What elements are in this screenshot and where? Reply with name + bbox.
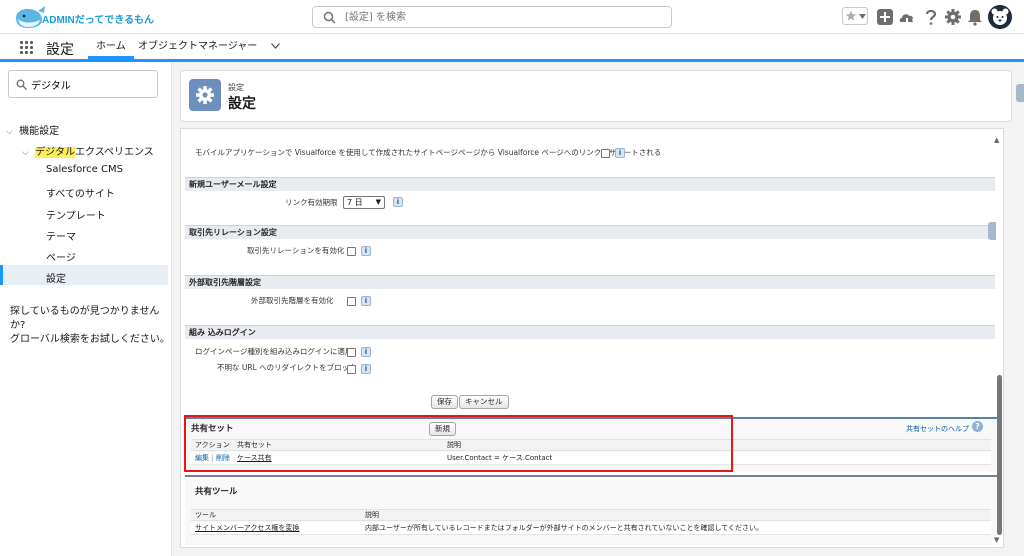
visualforce-link-checkbox[interactable]	[601, 149, 610, 158]
embedded-login-page-checkbox[interactable]	[347, 348, 356, 357]
save-button[interactable]: 保存	[431, 395, 458, 409]
edge-panel-tab[interactable]	[1016, 84, 1024, 102]
field-label: 取引先リレーションを有効化	[247, 246, 345, 255]
account-relations-checkbox[interactable]	[347, 247, 356, 256]
chevron-down-icon: ▼	[375, 198, 381, 206]
app-navigation-bar: 設定 ホーム オブジェクトマネージャー	[0, 34, 1024, 62]
sharing-tool-description: 内部ユーザーが所有しているレコードまたはフォルダーが外部サイトのメンバーと共有さ…	[365, 524, 764, 532]
external-account-hierarchy-checkbox[interactable]	[347, 297, 356, 306]
org-logo[interactable]: ADMINだってできるもん	[12, 4, 154, 30]
setup-tile	[189, 79, 221, 111]
header-utility-icons	[842, 5, 1012, 29]
favorites-group[interactable]	[842, 7, 868, 25]
field-label: 外部取引先階層を有効化	[251, 296, 334, 305]
chevron-down-icon[interactable]: ⌵	[6, 127, 16, 137]
section-header: 組み 込みログイン	[185, 325, 995, 339]
global-search-input[interactable]	[345, 9, 655, 25]
chevron-down-icon[interactable]	[859, 14, 866, 19]
chevron-down-icon[interactable]: ⌵	[22, 148, 32, 158]
highlight-annotation-box	[184, 415, 733, 472]
setup-sidebar: ⌵ 機能設定 ⌵ デジタルエクスペリエンス Salesforce CMS すべて…	[0, 62, 172, 556]
cancel-button[interactable]: キャンセル	[459, 395, 509, 409]
info-icon[interactable]: i	[393, 197, 403, 207]
tree-node-label: エクスペリエンス	[75, 147, 154, 158]
sharing-sets-help-link[interactable]: 共有セットのヘルプ	[906, 424, 969, 434]
field-label: 不明な URL へのリダイレクトをブロック	[217, 363, 357, 372]
help-icon[interactable]	[922, 8, 940, 26]
section-header: 外部取引先階層設定	[185, 275, 995, 289]
breadcrumb[interactable]: 設定	[228, 82, 244, 93]
scroll-down-arrow-icon[interactable]: ▼	[994, 536, 999, 544]
tree-item-selected-bg	[0, 265, 168, 285]
sidebar-help-line: グローバル検索をお試しください。	[10, 334, 170, 345]
sharing-tools-title: 共有ツール	[195, 487, 238, 497]
section-header: 取引先リレーション設定	[185, 225, 995, 239]
gear-icon[interactable]	[944, 8, 962, 26]
page-header: 設定 設定	[180, 70, 1012, 122]
block-unknown-url-checkbox[interactable]	[347, 365, 356, 374]
tree-item-pages[interactable]: ページ	[46, 249, 76, 264]
sidebar-help-line: 探しているものが見つかりませんか?	[10, 306, 160, 331]
tree-item-salesforce-cms[interactable]: Salesforce CMS	[46, 164, 123, 175]
scroll-thumb[interactable]	[997, 375, 1002, 535]
scroll-up-arrow-icon[interactable]: ▲	[994, 136, 999, 144]
sharing-tools-panel: 共有ツール ツール 説明 サイトメンバーアクセス権を変換 内部ユーザーが所有して…	[185, 475, 997, 545]
tree-node-feature-settings[interactable]: ⌵ 機能設定	[6, 122, 59, 137]
info-icon[interactable]: i	[361, 364, 371, 374]
info-icon[interactable]: i	[615, 148, 625, 158]
field-label: モバイルアプリケーションで Visualforce を使用して作成されたサイトペ…	[195, 148, 662, 157]
tree-item-themes[interactable]: テーマ	[46, 228, 76, 243]
chevron-down-icon[interactable]	[270, 43, 280, 49]
app-name: 設定	[46, 42, 74, 58]
convert-member-access-link[interactable]: サイトメンバーアクセス権を変換	[195, 522, 299, 534]
table-row: サイトメンバーアクセス権を変換 内部ユーザーが所有しているレコードまたはフォルダ…	[191, 522, 991, 535]
sidebar-help-text: 探しているものが見つかりませんか? グローバル検索をお試しください。	[10, 305, 170, 347]
tree-item-settings[interactable]: 設定	[46, 270, 66, 285]
info-icon[interactable]: i	[361, 347, 371, 357]
page-title: 設定	[228, 96, 256, 112]
add-icon[interactable]	[876, 8, 894, 26]
tree-item-templates[interactable]: テンプレート	[46, 207, 106, 222]
search-icon	[323, 11, 336, 24]
logo-text: ADMINだってできるもん	[42, 15, 155, 26]
help-icon[interactable]: ?	[972, 421, 983, 432]
tree-node-digital-experiences[interactable]: ⌵ デジタルエクスペリエンス	[22, 143, 154, 158]
trailhead-icon[interactable]	[898, 8, 916, 26]
search-icon	[16, 79, 27, 90]
field-label: ログインページ種別を組み込みログインに適用	[195, 347, 353, 356]
global-search[interactable]	[312, 6, 672, 28]
info-icon[interactable]: i	[361, 246, 371, 256]
column-header: ツール	[195, 511, 216, 519]
settings-content: モバイルアプリケーションで Visualforce を使用して作成されたサイトペ…	[180, 128, 1004, 548]
quick-find-input[interactable]	[31, 77, 151, 91]
user-avatar[interactable]	[988, 5, 1012, 29]
sharing-tools-table-header: ツール 説明	[191, 509, 991, 521]
info-icon[interactable]: i	[361, 296, 371, 306]
tab-object-manager-label: オブジェクトマネージャー	[138, 41, 258, 52]
section-header: 新規ユーザーメール設定	[185, 177, 995, 191]
quick-find[interactable]	[8, 70, 158, 98]
star-icon[interactable]	[845, 10, 857, 22]
link-expiration-select[interactable]: 7 日 ▼	[343, 196, 385, 209]
field-label: リンク有効期限	[285, 198, 338, 207]
select-value: 7 日	[347, 198, 363, 207]
column-header: 説明	[365, 511, 379, 519]
notification-bell-icon[interactable]	[966, 8, 984, 26]
tab-home[interactable]: ホーム	[88, 34, 134, 59]
global-header: ADMINだってできるもん	[0, 0, 1024, 34]
search-highlight: デジタル	[35, 147, 75, 158]
content-scrollbar[interactable]: ▲ ▼	[994, 134, 1004, 544]
tab-object-manager[interactable]: オブジェクトマネージャー	[132, 34, 286, 59]
tree-item-all-sites[interactable]: すべてのサイト	[46, 185, 115, 200]
tree-node-label: 機能設定	[19, 126, 60, 137]
gear-icon	[196, 86, 214, 104]
app-launcher-icon[interactable]	[20, 41, 34, 55]
